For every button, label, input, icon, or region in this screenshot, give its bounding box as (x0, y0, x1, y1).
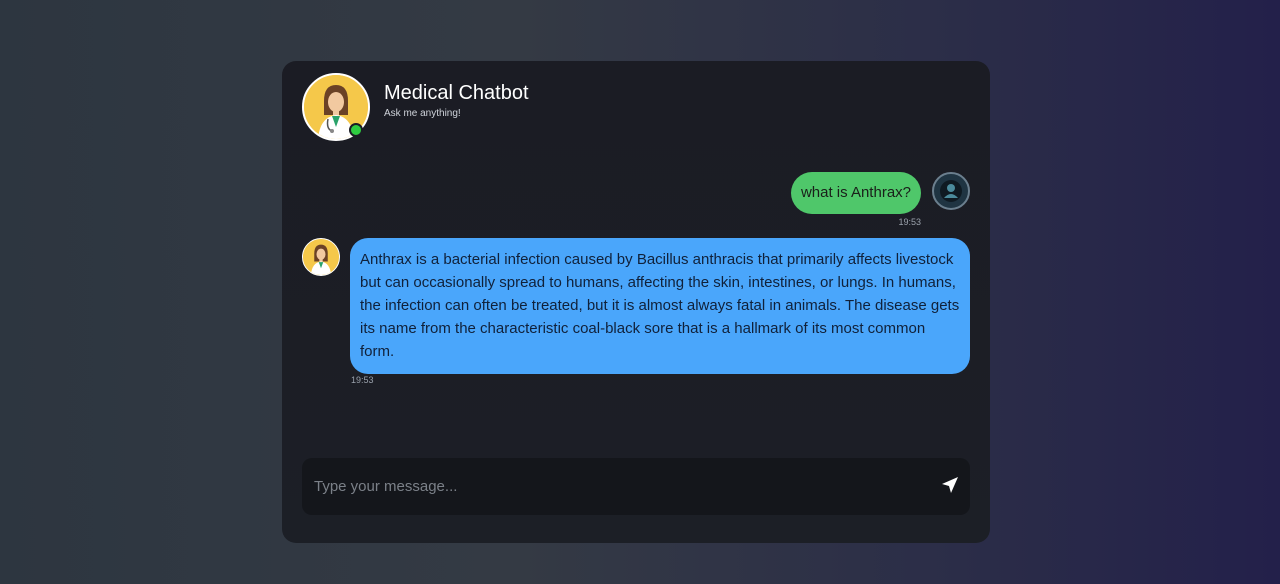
user-message-bubble: what is Anthrax? (790, 172, 921, 214)
bot-message-time: 19:53 (351, 375, 374, 385)
user-message-time: 19:53 (898, 217, 921, 227)
chat-header: Medical Chatbot Ask me anything! (302, 73, 962, 141)
user-avatar-icon (932, 172, 970, 210)
doctor-avatar-icon (302, 238, 340, 276)
bot-message-bubble: Anthrax is a bacterial infection caused … (350, 238, 970, 374)
chat-window: Medical Chatbot Ask me anything! what is… (282, 61, 990, 543)
message-input[interactable] (302, 458, 930, 515)
bot-message: Anthrax is a bacterial infection caused … (302, 238, 970, 388)
send-icon (941, 476, 959, 497)
user-message: what is Anthrax? 19:53 (570, 172, 970, 232)
chat-subtitle: Ask me anything! (384, 108, 461, 119)
online-status-indicator (349, 123, 363, 137)
chat-title: Medical Chatbot (384, 82, 529, 104)
send-button[interactable] (930, 458, 970, 515)
message-composer (302, 458, 970, 515)
